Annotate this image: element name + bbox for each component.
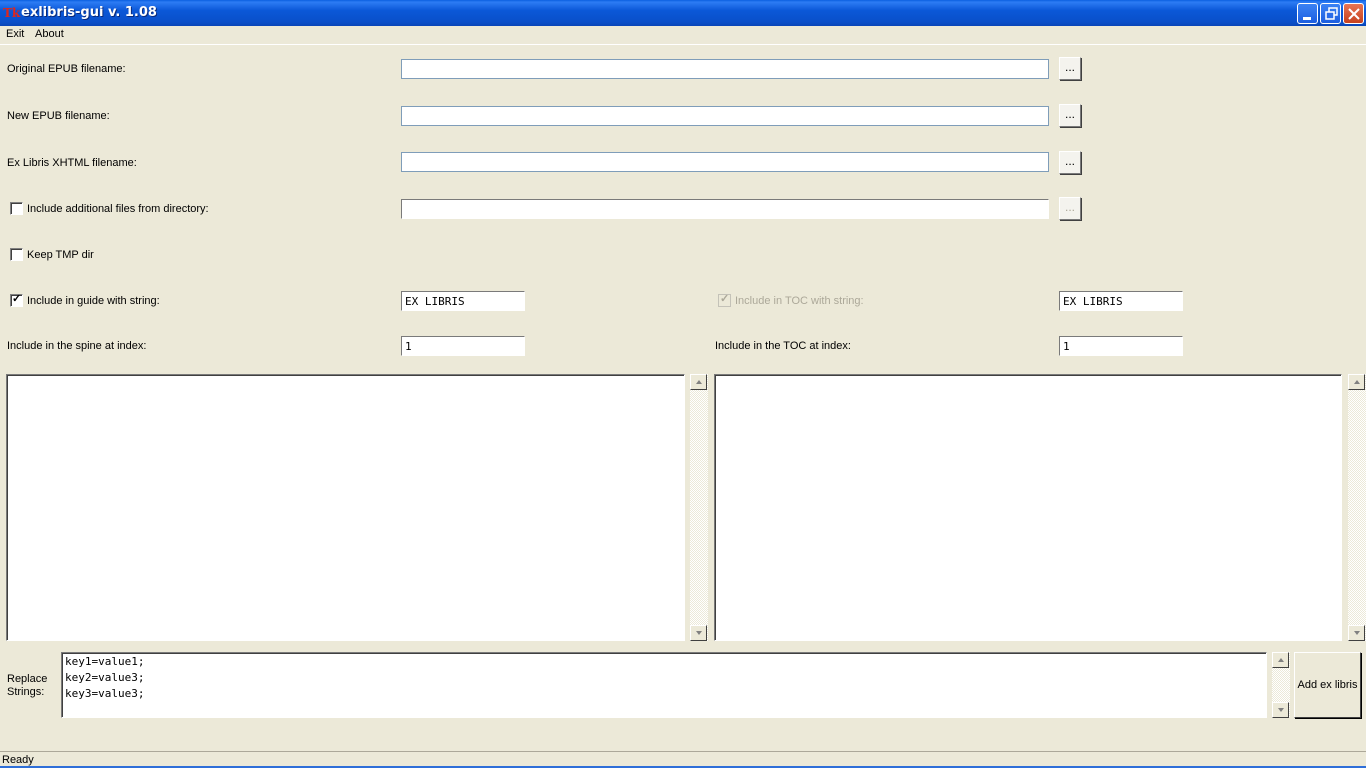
additional-files-label: Include additional files from directory: [27,203,209,215]
title-bar: Tk exlibris-gui v. 1.08 [0,0,1366,26]
replace-strings-textarea[interactable]: key1=value1; key2=value3; key3=value3; [61,652,1267,718]
guide-checkbox[interactable]: ✓ [10,293,23,307]
right-text-area[interactable] [714,374,1342,641]
scroll-up-button[interactable] [690,374,707,390]
arrow-up-icon [696,380,702,384]
keep-tmp-checkbox[interactable] [10,248,23,261]
exlibris-xhtml-input[interactable] [401,152,1049,172]
toc-index-input[interactable]: 1 [1059,336,1183,356]
original-epub-label: Original EPUB filename: [7,63,126,75]
restore-icon [1325,7,1338,20]
additional-files-browse-button[interactable]: ... [1059,197,1081,220]
exlibris-xhtml-label: Ex Libris XHTML filename: [7,157,137,169]
additional-files-input[interactable] [401,199,1049,219]
restore-button[interactable] [1320,3,1341,24]
menu-bar: Exit About [0,26,1366,45]
checkmark-icon: ✓ [12,293,22,305]
additional-files-checkbox[interactable] [10,202,23,215]
toc-string-label: Include in TOC with string: [735,295,864,307]
menu-exit[interactable]: Exit [6,28,24,40]
minimize-icon [1303,17,1311,20]
spine-index-label: Include in the spine at index: [7,340,147,352]
original-epub-browse-button[interactable]: ... [1059,57,1081,80]
spine-index-input[interactable]: 1 [401,336,525,356]
close-icon [1348,8,1360,20]
guide-string-input[interactable]: EX LIBRIS [401,291,525,311]
status-bar: Ready [0,751,1366,768]
arrow-up-icon [1278,658,1284,662]
checkmark-icon: ✓ [720,293,730,305]
arrow-up-icon [1354,380,1360,384]
scroll-down-button[interactable] [1348,625,1365,641]
scroll-down-button[interactable] [1272,702,1289,718]
replace-label-line2: Strings: [7,686,45,698]
original-epub-input[interactable] [401,59,1049,79]
new-epub-browse-button[interactable]: ... [1059,104,1081,127]
close-button[interactable] [1343,3,1364,24]
minimize-button[interactable] [1297,3,1318,24]
right-scrollbar[interactable] [1348,374,1366,641]
window-title: exlibris-gui v. 1.08 [21,5,157,20]
tk-feather-icon: Tk [3,6,21,20]
left-scrollbar[interactable] [690,374,708,641]
keep-tmp-label: Keep TMP dir [27,249,94,261]
arrow-down-icon [1278,708,1284,712]
menu-about[interactable]: About [35,28,64,40]
add-ex-libris-button[interactable]: Add ex libris [1294,652,1361,718]
toc-string-checkbox[interactable]: ✓ [718,293,731,307]
arrow-down-icon [696,631,702,635]
new-epub-input[interactable] [401,106,1049,126]
scroll-up-button[interactable] [1348,374,1365,390]
left-text-area[interactable] [6,374,685,641]
status-text: Ready [2,754,34,766]
scroll-down-button[interactable] [690,625,707,641]
arrow-down-icon [1354,631,1360,635]
toc-string-input[interactable]: EX LIBRIS [1059,291,1183,311]
toc-index-label: Include in the TOC at index: [715,340,851,352]
replace-label-line1: Replace [7,673,48,685]
exlibris-xhtml-browse-button[interactable]: ... [1059,151,1081,174]
replace-scrollbar[interactable] [1272,652,1290,718]
new-epub-label: New EPUB filename: [7,110,110,122]
guide-label: Include in guide with string: [27,295,160,307]
scroll-up-button[interactable] [1272,652,1289,668]
